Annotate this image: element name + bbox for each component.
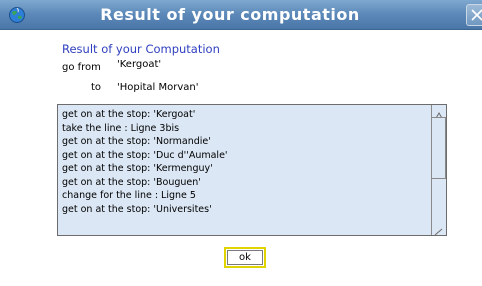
itinerary-content: get on at the stop: 'Kergoat' take the l… xyxy=(58,105,432,235)
itinerary-line: get on at the stop: 'Kermenguy' xyxy=(62,163,213,174)
close-button[interactable] xyxy=(466,4,482,26)
window-titlebar[interactable]: Result of your computation xyxy=(0,0,482,30)
window-title: Result of your computation xyxy=(100,5,360,24)
to-label: to xyxy=(91,82,102,93)
itinerary-line: change for the line : Ligne 5 xyxy=(62,190,196,201)
itinerary-line: get on at the stop: 'Duc d''Aumale' xyxy=(62,149,228,161)
scroll-up-arrow-icon[interactable] xyxy=(433,106,445,121)
itinerary-line: get on at the stop: 'Kergoat' xyxy=(62,109,196,120)
from-value: 'Kergoat' xyxy=(117,59,162,70)
itinerary-line: take the line : Ligne 3bis xyxy=(62,122,180,134)
ok-button[interactable]: ok xyxy=(224,247,266,268)
dialog-heading: Result of your Computation xyxy=(62,42,220,56)
itinerary-line: get on at the stop: 'Bouguen' xyxy=(62,176,201,188)
itinerary-list[interactable]: get on at the stop: 'Kergoat' take the l… xyxy=(57,104,447,236)
scroll-down-arrow-icon[interactable] xyxy=(433,222,445,235)
close-icon xyxy=(471,9,482,21)
scrollbar-thumb[interactable] xyxy=(432,117,446,179)
from-label: go from xyxy=(62,62,101,73)
vertical-scrollbar[interactable] xyxy=(431,105,446,235)
to-value: 'Hopital Morvan' xyxy=(117,82,199,93)
itinerary-line: get on at the stop: 'Normandie' xyxy=(62,136,211,147)
itinerary-line: get on at the stop: 'Universites' xyxy=(62,203,212,215)
ok-button-label: ok xyxy=(227,250,263,265)
